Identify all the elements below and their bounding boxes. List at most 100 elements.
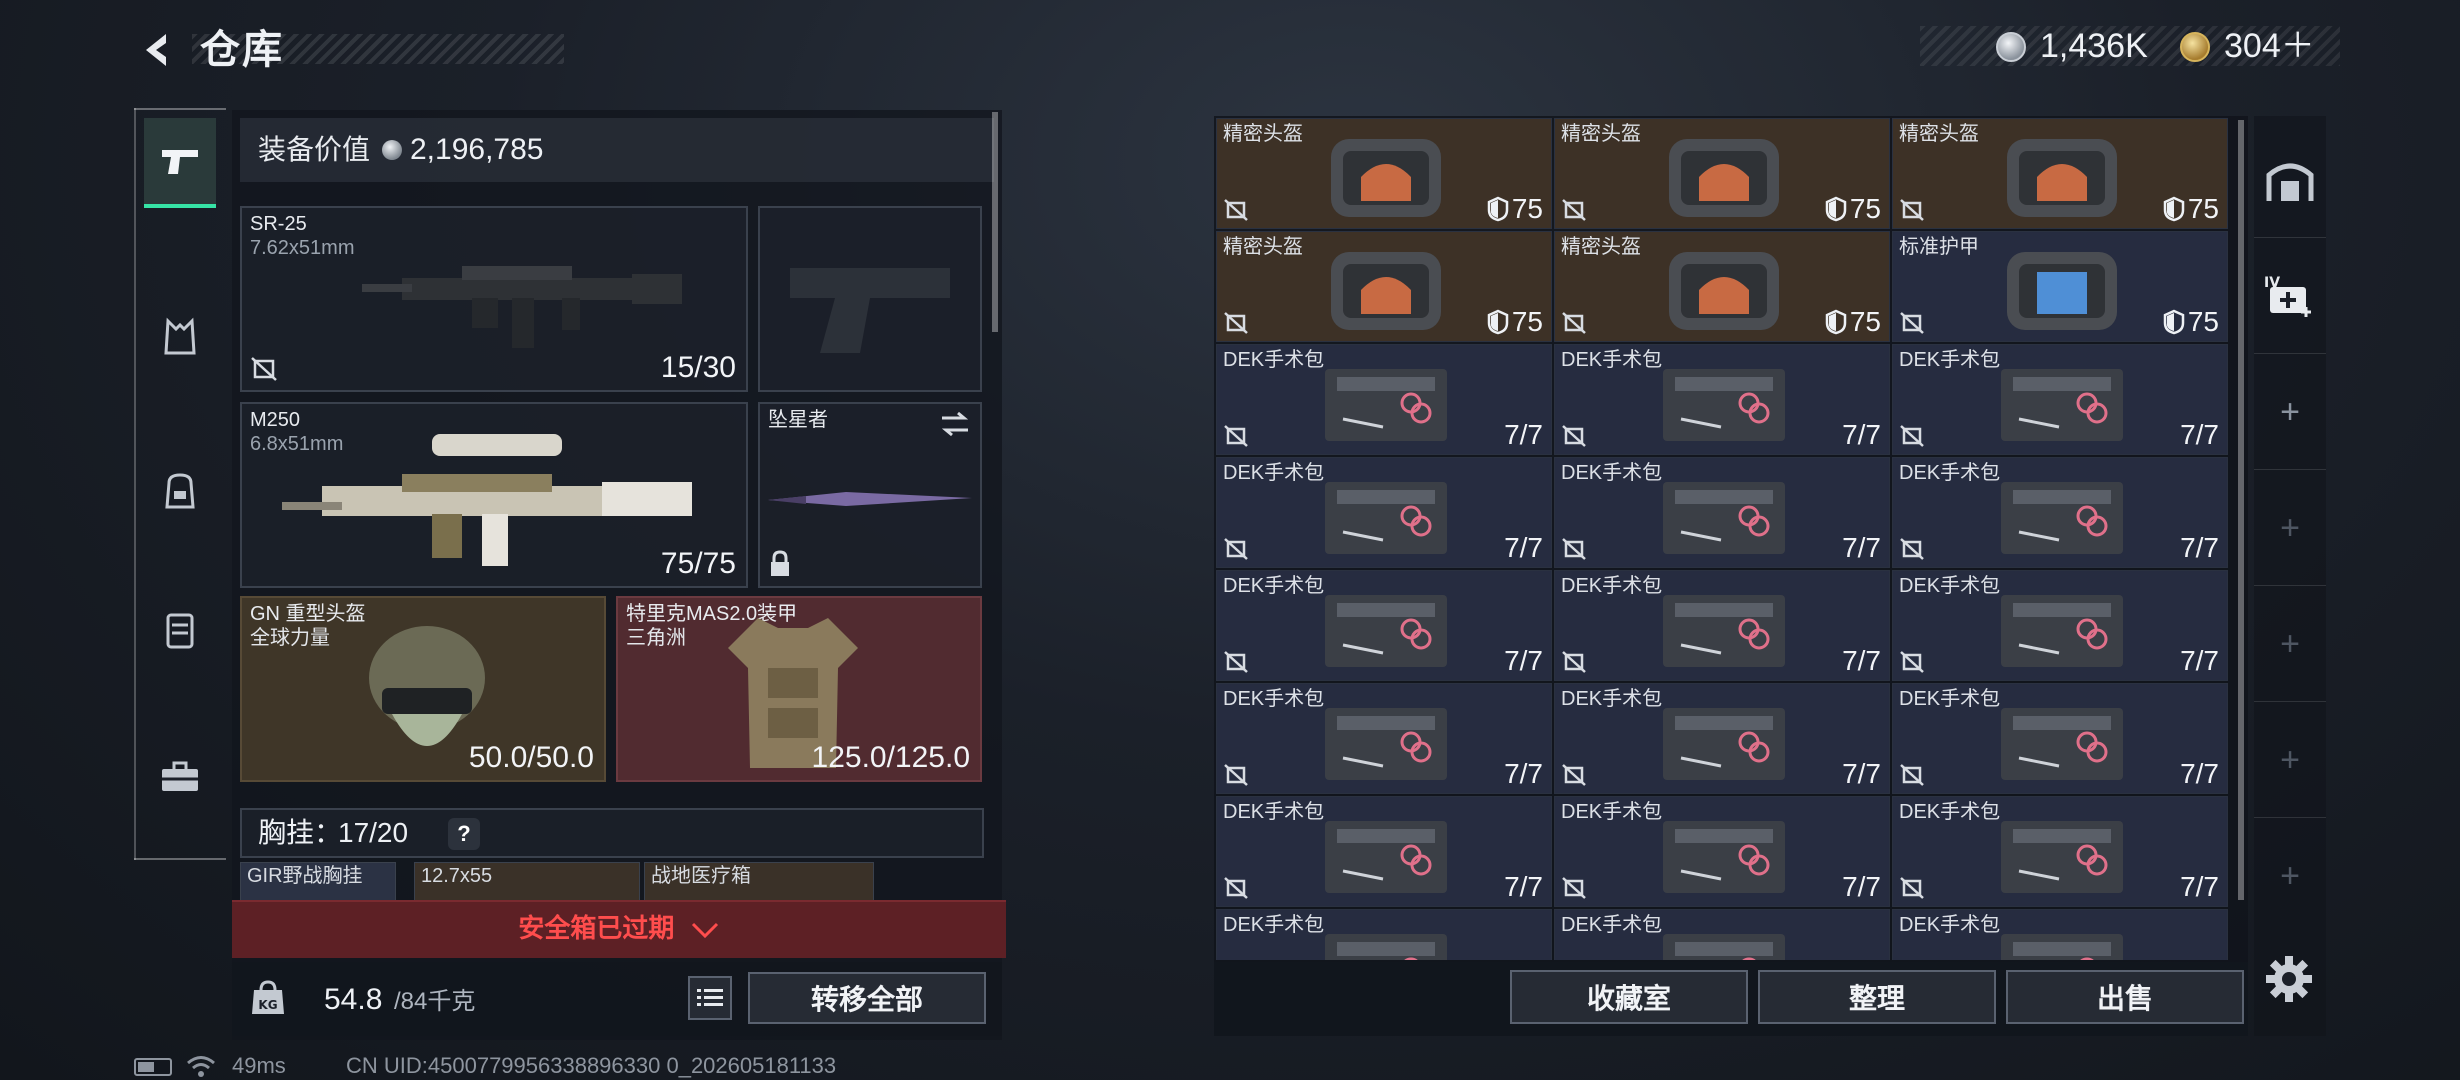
item-durability: 75 xyxy=(2187,193,2219,224)
collection-room-button[interactable]: 收藏室 xyxy=(1510,970,1748,1024)
item-uses: 7/7 xyxy=(1504,419,1543,450)
back-button[interactable] xyxy=(130,22,186,78)
storage-item[interactable]: DEK手术包 7/7 xyxy=(1216,457,1552,568)
helmet-name: GN 重型头盔 xyxy=(250,603,366,625)
shield-icon xyxy=(2163,309,2185,335)
item-durability: 75 xyxy=(2187,306,2219,337)
rail-divider xyxy=(134,858,226,860)
storage-tab-extension[interactable]: IV xyxy=(2254,238,2326,354)
storage-tab-locked: + xyxy=(2254,702,2326,818)
battery-level xyxy=(138,1062,154,1072)
primary-weapon-slot[interactable]: SR-25 7.62x51mm 15/30 xyxy=(240,206,748,392)
gear-icon[interactable] xyxy=(2262,952,2316,1006)
storage-item[interactable]: DEK手术包 7/7 xyxy=(1554,457,1890,568)
no-insurance-icon xyxy=(1224,764,1248,786)
storage-scrollbar[interactable] xyxy=(2238,120,2244,900)
lock-icon xyxy=(771,550,789,576)
pistol-slot-empty[interactable] xyxy=(758,206,982,392)
surgery-kit-icon xyxy=(1663,369,1785,441)
storage-item[interactable]: 精密头盔 75 xyxy=(1216,118,1552,229)
item-uses: 7/7 xyxy=(1842,419,1881,450)
storage-item[interactable]: DEK手术包 7/7 xyxy=(1554,344,1890,455)
surgery-kit-icon xyxy=(2001,708,2123,780)
gold-currency-value[interactable]: 304＋ xyxy=(2224,26,2315,66)
category-backpack[interactable] xyxy=(144,446,216,536)
storage-item[interactable]: DEK手术包 7/7 xyxy=(1216,344,1552,455)
helmet-faction: 全球力量 xyxy=(250,627,330,649)
item-name: 精密头盔 xyxy=(1223,236,1303,258)
item-durability: 75 xyxy=(1511,193,1543,224)
storage-item[interactable]: 精密头盔 75 xyxy=(1216,231,1552,342)
shield-icon xyxy=(1825,309,1847,335)
storage-item[interactable]: 精密头盔 75 xyxy=(1892,118,2228,229)
helmet-case-icon xyxy=(1669,139,1779,217)
helmet-case-icon xyxy=(2007,139,2117,217)
sort-button[interactable]: 整理 xyxy=(1758,970,1996,1024)
item-uses: 7/7 xyxy=(2180,871,2219,902)
surgery-kit-icon xyxy=(1663,595,1785,667)
storage-item[interactable]: DEK手术包 7/7 xyxy=(1892,570,2228,681)
vest-item[interactable]: GIR野战胸挂 xyxy=(240,862,396,902)
item-durability: 75 xyxy=(1511,306,1543,337)
storage-item[interactable]: DEK手术包 xyxy=(1554,909,1890,960)
category-case[interactable] xyxy=(144,732,216,822)
vest-item-name: GIR野战胸挂 xyxy=(247,865,363,887)
no-insurance-icon xyxy=(1562,199,1586,221)
item-uses: 7/7 xyxy=(1842,871,1881,902)
storage-item[interactable]: DEK手术包 7/7 xyxy=(1892,344,2228,455)
sell-button[interactable]: 出售 xyxy=(2006,970,2244,1024)
vest-item[interactable]: 12.7x55 xyxy=(414,862,640,902)
storage-item[interactable]: DEK手术包 7/7 xyxy=(1216,683,1552,794)
helmet-slot[interactable]: GN 重型头盔 全球力量 50.0/50.0 xyxy=(240,596,606,782)
helmet-case-icon xyxy=(1331,252,1441,330)
item-name: 精密头盔 xyxy=(1561,236,1641,258)
item-uses: 7/7 xyxy=(1842,645,1881,676)
surgery-kit-icon xyxy=(1325,482,1447,554)
category-armor[interactable] xyxy=(144,586,216,676)
vest-item[interactable]: 战地医疗箱 xyxy=(644,862,874,902)
swap-icon[interactable] xyxy=(938,410,972,438)
silver-coin-icon xyxy=(382,140,402,160)
storage-item[interactable]: DEK手术包 7/7 xyxy=(1554,796,1890,907)
storage-item[interactable]: DEK手术包 7/7 xyxy=(1216,570,1552,681)
item-name: DEK手术包 xyxy=(1561,349,1663,371)
item-name: DEK手术包 xyxy=(1899,914,2001,936)
storage-item[interactable]: DEK手术包 xyxy=(1216,909,1552,960)
item-name: DEK手术包 xyxy=(1899,349,2001,371)
list-view-button[interactable] xyxy=(688,976,732,1020)
equipment-value: 2,196,785 xyxy=(410,133,544,166)
storage-tab-add[interactable]: + xyxy=(2254,354,2326,470)
storage-item[interactable]: DEK手术包 7/7 xyxy=(1216,796,1552,907)
melee-slot[interactable]: 坠星者 xyxy=(758,402,982,588)
storage-item[interactable]: 精密头盔 75 xyxy=(1554,118,1890,229)
armor-plate-icon xyxy=(166,613,194,649)
briefcase-icon xyxy=(162,761,198,791)
no-insurance-icon xyxy=(251,357,277,381)
secondary-weapon-slot[interactable]: M250 6.8x51mm 75/75 xyxy=(240,402,748,588)
help-icon[interactable]: ? xyxy=(448,818,480,850)
helmet-durability: 50.0/50.0 xyxy=(468,741,594,774)
storage-item[interactable]: DEK手术包 7/7 xyxy=(1892,796,2228,907)
category-weapons[interactable] xyxy=(144,118,216,208)
transfer-all-button[interactable]: 转移全部 xyxy=(748,972,986,1024)
storage-item[interactable]: DEK手术包 7/7 xyxy=(1554,570,1890,681)
item-name: DEK手术包 xyxy=(1899,462,2001,484)
loadout-scrollbar[interactable] xyxy=(992,112,998,332)
storage-item[interactable]: 标准护甲 75 xyxy=(1892,231,2228,342)
item-name: DEK手术包 xyxy=(1561,914,1663,936)
backpack-icon xyxy=(165,473,195,509)
storage-item[interactable]: DEK手术包 7/7 xyxy=(1892,683,2228,794)
storage-item[interactable]: DEK手术包 xyxy=(1892,909,2228,960)
safebox-warning[interactable]: 安全箱已过期 xyxy=(232,908,1006,948)
storage-item[interactable]: DEK手术包 7/7 xyxy=(1554,683,1890,794)
storage-tab-main[interactable] xyxy=(2254,122,2326,238)
item-uses: 7/7 xyxy=(1504,532,1543,563)
storage-item[interactable]: 精密头盔 75 xyxy=(1554,231,1890,342)
no-insurance-icon xyxy=(1224,425,1248,447)
shield-icon xyxy=(1487,196,1509,222)
item-uses: 7/7 xyxy=(1842,758,1881,789)
storage-item[interactable]: DEK手术包 7/7 xyxy=(1892,457,2228,568)
vest-icon xyxy=(164,317,196,355)
category-vest[interactable] xyxy=(144,292,216,382)
armor-slot[interactable]: 特里克MAS2.0装甲 三角洲 125.0/125.0 xyxy=(616,596,982,782)
